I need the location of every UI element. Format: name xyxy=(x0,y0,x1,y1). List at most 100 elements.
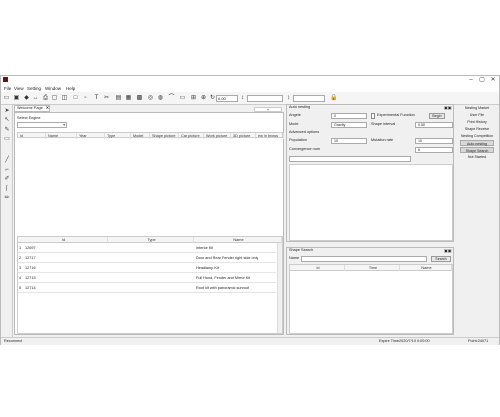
minimize-button[interactable]: – xyxy=(466,76,476,84)
select-engine-label: Select Engine xyxy=(17,116,41,120)
lock-icon[interactable]: 🔒 xyxy=(330,95,337,102)
pointer-icon[interactable]: ◆ xyxy=(23,95,30,102)
column-header[interactable]: Shape picture xyxy=(150,133,179,139)
nav-shape-receive[interactable]: Shape Receive xyxy=(460,126,494,132)
column-header[interactable]: Type xyxy=(105,133,131,139)
row-name: Door and Rear Fender right side only xyxy=(196,256,259,260)
measure-icon[interactable]: ⌐ xyxy=(3,167,11,174)
column-header[interactable]: Work picture xyxy=(204,133,231,139)
table-row[interactable]: 4 12715 Full Hood, Fender and Mirror Kit xyxy=(18,273,276,283)
text-icon[interactable]: T xyxy=(93,95,100,102)
bracket-icon[interactable]: ⌈ xyxy=(3,186,11,193)
tab-welcome-page[interactable]: Welcome Page ✕ xyxy=(14,105,50,112)
move-icon[interactable]: ↔ xyxy=(32,95,39,102)
brush-icon[interactable]: ✏ xyxy=(3,195,11,202)
convergence-input[interactable]: 6 xyxy=(415,147,453,153)
arrow-icon[interactable]: ↕ xyxy=(239,95,246,102)
angle-input[interactable]: 0 xyxy=(331,113,367,119)
shape-interval-label: Shape interval xyxy=(371,122,396,126)
column-header[interactable]: ew in brows xyxy=(256,133,284,139)
scissors-icon[interactable]: ✂ xyxy=(103,95,110,102)
column-header[interactable]: Car picture xyxy=(179,133,204,139)
table-row[interactable]: 3 12716 Headlamp Kit xyxy=(18,263,276,273)
menu-view[interactable]: View xyxy=(14,86,24,91)
nav-shape-search[interactable]: Shape Search xyxy=(460,147,494,153)
add-icon[interactable]: ⊞ xyxy=(190,95,197,102)
column-header[interactable]: 3D picture xyxy=(231,133,256,139)
save-icon[interactable]: ▣ xyxy=(13,95,20,102)
ring-icon[interactable]: ◎ xyxy=(147,95,154,102)
table-row[interactable]: 1 12697 Interior Kit xyxy=(18,243,276,253)
pin-icon[interactable]: ▣▣ xyxy=(444,248,452,253)
row-name: Interior Kit xyxy=(196,246,214,250)
line-icon[interactable]: ╱ xyxy=(3,157,11,164)
select-icon[interactable]: ↖ xyxy=(3,117,11,124)
row-name: Roof kit with panoramic sunroof xyxy=(196,286,250,290)
new-file-icon[interactable]: ▭ xyxy=(3,95,10,102)
population-label: Population xyxy=(289,138,307,142)
rotate-icon[interactable]: ↻ xyxy=(209,95,216,102)
reconnect-link[interactable]: Reconnect xyxy=(4,339,22,344)
column-header[interactable]: id xyxy=(290,265,345,271)
grid-icon[interactable]: ▦ xyxy=(125,95,132,102)
table-row[interactable]: 2 12717 Door and Rear Fender right side … xyxy=(18,253,276,263)
image-icon[interactable]: ▩ xyxy=(136,95,143,102)
menu-setting[interactable]: Setting xyxy=(27,86,41,91)
nesting-log-area xyxy=(289,164,453,241)
select-icon[interactable]: ▢ xyxy=(51,95,58,102)
row-number: 4 xyxy=(19,276,22,280)
curve-icon[interactable]: ⌒ xyxy=(168,95,175,102)
maximize-button[interactable]: ▢ xyxy=(477,76,487,84)
welcome-content: Select Engine ▾ Id Name Year Type Model … xyxy=(14,112,284,335)
table-icon[interactable]: ▤ xyxy=(115,95,122,102)
shape-name-input[interactable] xyxy=(301,256,427,262)
column-header[interactable]: Id xyxy=(18,133,46,139)
search-button[interactable]: Search xyxy=(431,256,451,262)
coord-field[interactable] xyxy=(247,95,283,102)
row-name: Headlamp Kit xyxy=(196,266,219,270)
engine-table-header: Id Name Year Type Model Shape picture Ca… xyxy=(17,132,284,139)
column-header[interactable]: Name xyxy=(46,133,77,139)
cursor-icon[interactable]: ➤ xyxy=(3,108,11,115)
arrow-icon[interactable]: ↕ xyxy=(285,95,292,102)
begin-button[interactable]: Begin xyxy=(429,113,445,119)
pencil-icon[interactable]: ✎ xyxy=(3,127,11,134)
crosshair-icon[interactable]: ⊕ xyxy=(200,95,207,102)
layers-icon[interactable]: ◍ xyxy=(157,95,164,102)
mutation-rate-input[interactable]: 10 xyxy=(415,138,453,144)
nav-auto-nesting[interactable]: Auto nesting xyxy=(460,140,494,146)
angle-field[interactable]: 0.00 xyxy=(216,95,238,102)
menu-window[interactable]: Window xyxy=(45,86,61,91)
blank-icon[interactable]: □ xyxy=(72,95,79,102)
column-header[interactable]: Year xyxy=(77,133,105,139)
nav-nesting-competition[interactable]: Nesting Competition xyxy=(460,133,494,139)
close-button[interactable]: ✕ xyxy=(488,76,498,84)
nav-print-history[interactable]: Print History xyxy=(460,119,494,125)
coord-field-2[interactable] xyxy=(293,95,325,102)
rectangle-icon[interactable]: ▫ xyxy=(82,95,89,102)
crop-icon[interactable]: ▭ xyxy=(179,95,186,102)
scrollbar[interactable] xyxy=(277,243,282,333)
shape-interval-input[interactable]: 0.50 xyxy=(415,122,453,128)
population-input[interactable]: 10 xyxy=(331,138,367,144)
rect-icon[interactable]: ▭ xyxy=(3,136,11,143)
menu-help[interactable]: Help xyxy=(66,86,75,91)
column-header[interactable]: Time xyxy=(345,265,400,271)
nav-nesting-market[interactable]: Nesting Market xyxy=(460,105,494,111)
print-icon[interactable]: ⎙ xyxy=(42,95,49,102)
row-id: 12714 xyxy=(25,286,36,290)
experimental-checkbox[interactable] xyxy=(371,113,375,119)
table-row[interactable]: 5 12714 Roof kit with panoramic sunroof xyxy=(18,283,276,293)
menu-file[interactable]: File xyxy=(4,86,11,91)
pin-icon[interactable]: ▣▣ xyxy=(444,105,452,110)
close-icon[interactable]: ✕ xyxy=(46,106,49,110)
mode-select[interactable]: Gravity xyxy=(331,122,367,128)
point-balance: Point:24071 xyxy=(468,339,489,343)
column-header[interactable]: Name xyxy=(400,265,452,271)
nav-user-file[interactable]: User File xyxy=(460,112,494,118)
column-header[interactable]: Model xyxy=(131,133,150,139)
engine-select[interactable]: ▾ xyxy=(17,122,67,128)
nav-not-started[interactable]: Not Started xyxy=(460,154,494,160)
pen-icon[interactable]: ✐ xyxy=(3,176,11,183)
cut-icon[interactable]: ◫ xyxy=(61,95,68,102)
